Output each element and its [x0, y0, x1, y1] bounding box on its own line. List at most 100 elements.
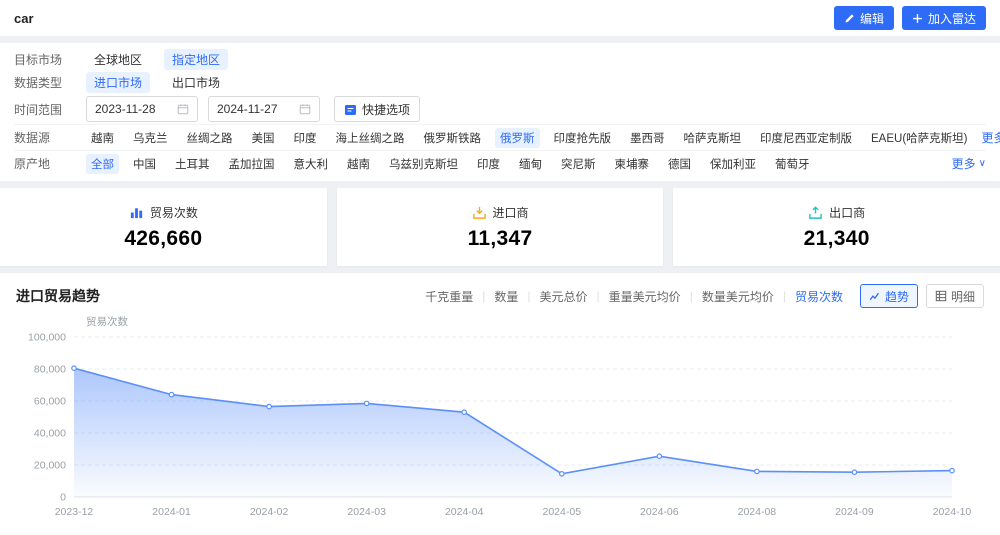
- view-button-detail[interactable]: 明细: [925, 284, 984, 308]
- edit-button[interactable]: 编辑: [833, 6, 894, 30]
- more-label: 更多: [951, 157, 976, 171]
- svg-text:80,000: 80,000: [34, 364, 66, 376]
- button-label: 编辑: [859, 11, 884, 26]
- filter-row-origin: 原产地 全部 中国 土耳其 孟加拉国 意大利 越南 乌兹别克斯坦 印度 缅甸 突尼斯 柬埔寨 德国 保加利…: [14, 150, 986, 176]
- topbar: car 编辑 加入雷达: [0, 0, 1000, 36]
- metric-tab-2[interactable]: 数量: [485, 288, 527, 305]
- more-label: 更多: [981, 131, 1000, 145]
- filter-option-origin[interactable]: 德国: [663, 154, 696, 174]
- start-date-input[interactable]: 2023-11-28: [86, 96, 198, 122]
- stat-label: 出口商: [829, 205, 866, 220]
- filter-option-data-source[interactable]: 丝绸之路: [182, 128, 238, 148]
- edit-icon: [844, 13, 855, 24]
- filter-option-data-source[interactable]: 墨西哥: [625, 128, 670, 148]
- stat-card-trade-count: 贸易次数 426,660: [0, 188, 327, 266]
- view-label: 明细: [950, 289, 975, 304]
- filter-option-data-type[interactable]: 进口市场: [86, 72, 151, 93]
- filter-option-data-source[interactable]: 俄罗斯: [495, 127, 540, 148]
- end-date-input[interactable]: 2024-11-27: [208, 96, 320, 122]
- svg-text:100,000: 100,000: [28, 332, 66, 344]
- svg-text:20,000: 20,000: [34, 460, 66, 472]
- filter-label: 目标市场: [14, 53, 63, 67]
- filter-option-origin[interactable]: 保加利亚: [705, 154, 761, 174]
- stat-header: 贸易次数: [129, 204, 198, 221]
- stat-label: 贸易次数: [149, 205, 198, 220]
- trend-icon: [869, 290, 881, 302]
- filter-option-data-source[interactable]: 海上丝绸之路: [331, 128, 410, 148]
- trend-chart: 贸易次数 0 20,000 40,000 60,000 80,000 100,000 2023…: [28, 315, 972, 518]
- button-label: 加入雷达: [927, 11, 976, 26]
- filter-label: 数据源: [14, 131, 51, 145]
- filter-panel: 目标市场 全球地区 指定地区 数据类型 进口市场 出口市场 时间范围 2023-11-28 20…: [0, 43, 1000, 181]
- trend-header: 进口贸易趋势 千克重量 | 数量 | 美元总价 | 重量美元均价 | 数量美元均价 | 贸易次数 趋势…: [16, 283, 984, 309]
- trend-panel: 进口贸易趋势 千克重量 | 数量 | 美元总价 | 重量美元均价 | 数量美元均价 | 贸易次数 趋势…: [0, 273, 1000, 535]
- filter-option-origin[interactable]: 柬埔寨: [610, 154, 655, 174]
- filter-option-data-source[interactable]: 印度: [289, 128, 322, 148]
- metric-tab-1[interactable]: 千克重量: [416, 288, 482, 305]
- filter-option-target-market[interactable]: 指定地区: [164, 49, 229, 70]
- filter-option-target-market[interactable]: 全球地区: [86, 49, 150, 70]
- metric-tab-5[interactable]: 数量美元均价: [693, 288, 783, 305]
- svg-text:2024-10: 2024-10: [933, 506, 972, 518]
- svg-text:2024-05: 2024-05: [543, 506, 582, 518]
- y-axis-labels: 0 20,000 40,000 60,000 80,000 100,000: [28, 332, 66, 504]
- metric-tab-6[interactable]: 贸易次数: [786, 288, 852, 305]
- calendar-icon: [177, 103, 189, 115]
- filter-row-time-range: 时间范围 2023-11-28 2024-11-27 快捷选项: [14, 94, 986, 124]
- stat-header: 进口商: [472, 204, 529, 221]
- filter-option-origin[interactable]: 土耳其: [170, 154, 215, 174]
- svg-text:2023-12: 2023-12: [55, 506, 94, 518]
- chevron-down-icon: ∨: [978, 158, 986, 169]
- plus-icon: [912, 13, 923, 24]
- filter-option-data-source[interactable]: 印度尼西亚定制版: [755, 128, 857, 148]
- filter-option-data-source[interactable]: EAEU(哈萨克斯坦): [866, 128, 972, 148]
- filter-option-data-source[interactable]: 乌克兰: [128, 128, 173, 148]
- filter-option-data-source[interactable]: 哈萨克斯坦: [679, 128, 747, 148]
- filter-option-origin[interactable]: 中国: [128, 154, 161, 174]
- filter-option-origin[interactable]: 葡萄牙: [770, 154, 815, 174]
- filter-option-data-source[interactable]: 印度抢先版: [549, 128, 617, 148]
- quick-options-button[interactable]: 快捷选项: [334, 96, 421, 122]
- filter-option-data-source[interactable]: 美国: [247, 128, 280, 148]
- filter-row-data-type: 数据类型 进口市场 出口市场: [14, 71, 986, 94]
- page-title: car: [14, 10, 34, 26]
- stat-value: 426,660: [124, 226, 203, 250]
- filter-row-target-market: 目标市场 全球地区 指定地区: [14, 48, 986, 71]
- calendar-icon: [299, 103, 311, 115]
- svg-text:60,000: 60,000: [34, 396, 66, 408]
- filter-option-origin[interactable]: 印度: [472, 154, 505, 174]
- filter-option-origin[interactable]: 乌兹别克斯坦: [384, 154, 463, 174]
- add-radar-button[interactable]: 加入雷达: [901, 6, 986, 30]
- svg-text:2024-04: 2024-04: [445, 506, 484, 518]
- trend-title: 进口贸易趋势: [16, 288, 100, 304]
- svg-text:2024-01: 2024-01: [152, 506, 191, 518]
- view-button-trend[interactable]: 趋势: [859, 284, 918, 308]
- filter-option-origin[interactable]: 全部: [86, 153, 119, 174]
- svg-text:2024-09: 2024-09: [835, 506, 874, 518]
- svg-text:2024-06: 2024-06: [640, 506, 679, 518]
- filter-option-origin[interactable]: 越南: [342, 154, 375, 174]
- more-link-origin[interactable]: 更多 ∨: [952, 155, 986, 172]
- more-link-data-source[interactable]: 更多∨: [981, 129, 1000, 146]
- svg-text:2024-03: 2024-03: [347, 506, 386, 518]
- svg-text:2024-08: 2024-08: [738, 506, 777, 518]
- date-value: 2024-11-27: [217, 102, 278, 116]
- filter-option-origin[interactable]: 缅甸: [514, 154, 547, 174]
- quick-calendar-icon: [344, 103, 357, 116]
- filter-label: 数据类型: [14, 76, 63, 90]
- svg-text:40,000: 40,000: [34, 428, 66, 440]
- trend-toolbar: 千克重量 | 数量 | 美元总价 | 重量美元均价 | 数量美元均价 | 贸易次数 趋势 明细: [416, 284, 984, 308]
- filter-option-data-type[interactable]: 出口市场: [164, 72, 228, 93]
- metric-tab-4[interactable]: 重量美元均价: [600, 288, 690, 305]
- stat-label: 进口商: [492, 205, 529, 220]
- stat-value: 11,347: [467, 226, 533, 250]
- quick-options-label: 快捷选项: [362, 102, 411, 117]
- filter-option-origin[interactable]: 突尼斯: [556, 154, 601, 174]
- filter-option-origin[interactable]: 孟加拉国: [224, 154, 280, 174]
- metric-tab-3[interactable]: 美元总价: [531, 288, 597, 305]
- y-axis-title: 贸易次数: [86, 315, 128, 328]
- filter-option-data-source[interactable]: 俄罗斯铁路: [419, 128, 487, 148]
- stat-value: 21,340: [803, 226, 870, 250]
- filter-option-origin[interactable]: 意大利: [289, 154, 334, 174]
- filter-option-data-source[interactable]: 越南: [86, 128, 119, 148]
